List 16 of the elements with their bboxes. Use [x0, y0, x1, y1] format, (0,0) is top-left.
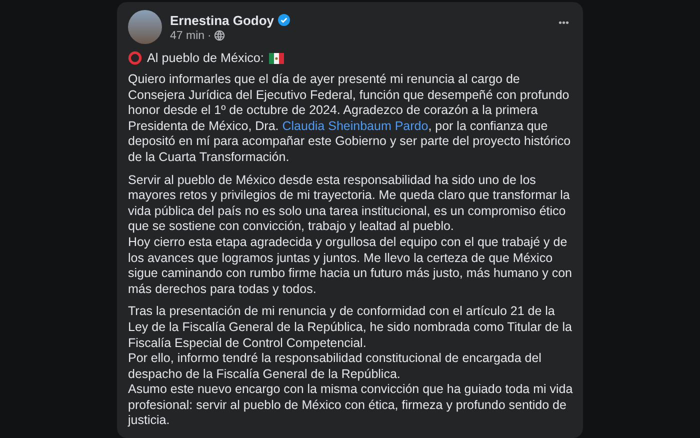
avatar-photo-placeholder[interactable] [128, 10, 162, 44]
post-heading: Al pueblo de México: [147, 51, 264, 65]
post-paragraph: Asumo este nuevo encargo con la misma convicción que ha guiado toda mi vida profesional: servir al pueblo de México con ética, firmeza y profundo sentido de justicia. [128, 382, 574, 430]
circle-icon [128, 51, 142, 65]
post-paragraph: Quiero informarles que el día de ayer presenté mi renuncia al cargo de Consejera Jurídica del Ejecutivo Federal, función que desempeñé con profundo honor desde el 1º de octubre de 2024. Agradezco de corazón a la primera Presidenta de México, Dra. Claudia Sheinbaum Pardo, por la confianza que depositó en mí para acompañar este Gobierno y ser parte del proyecto histórico de la Cuarta Transformación. [128, 72, 572, 166]
flag-icon [268, 52, 284, 64]
author-name[interactable]: Ernestina Godoy [170, 12, 274, 28]
mention-link[interactable]: Claudia Sheinbaum Pardo [282, 118, 428, 133]
more-options-button[interactable]: ••• [552, 18, 575, 29]
post-time[interactable]: 47 min [170, 30, 205, 42]
separator-dot: · [208, 30, 212, 42]
globe-icon [214, 30, 226, 41]
post-paragraph: Servir al pueblo de México desde esta responsabilidad ha sido uno de los mayores retos y privilegios de mi trayectoria. Me queda claro que transformar la vida pública del país no es solo una tarea institucional, es un compromiso ético que se sostiene con convicción, trabajo y lealtad al pueblo. [128, 172, 571, 235]
post-paragraph: Tras la presentación de mi renuncia y de conformidad con el artículo 21 de la Ley de la Fiscalía General de la República, he sido nombrada como Titular de la Fiscalía Especial de Control Competencial. [128, 304, 574, 352]
post-paragraph: Por ello, informo tendré la responsabilidad constitucional de encargada del despacho de la Fiscalía General de la República. [128, 351, 542, 382]
post-paragraph: Hoy cierro esta etapa agradecida y orgullosa del equipo con el que trabajé y de los avances que logramos juntas y juntos. Me llevo la certeza de que México sigue caminando con rumbo firme hacia un futuro más justo, más humano y con más derechos para todas y todos. [128, 234, 573, 298]
